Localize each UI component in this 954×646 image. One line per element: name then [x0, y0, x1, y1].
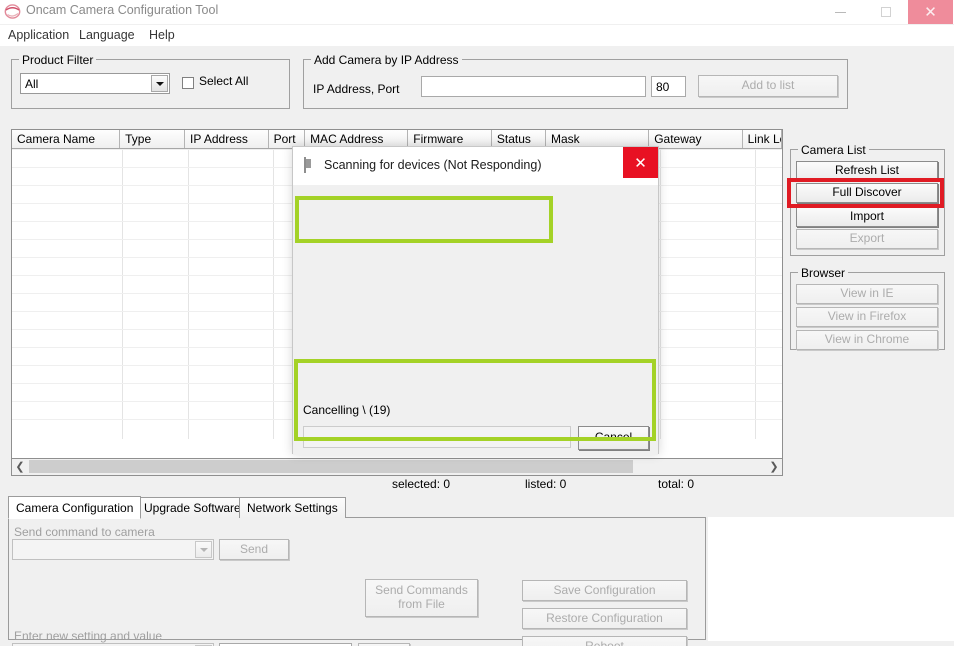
camera-table-hscrollbar[interactable]: ❮ ❯ — [11, 459, 783, 476]
tab-upgrade-software[interactable]: Upgrade Software — [136, 497, 249, 518]
port-input[interactable]: 80 — [651, 76, 686, 97]
restore-configuration-button[interactable]: Restore Configuration — [522, 608, 687, 629]
product-filter-dropdown[interactable]: All — [20, 73, 170, 94]
tab-strip: Camera Configuration Upgrade Software Ne… — [8, 496, 708, 519]
maximize-icon — [880, 7, 891, 17]
chevron-right-icon[interactable]: ❯ — [766, 459, 782, 474]
ip-address-input[interactable] — [421, 76, 646, 97]
selected-count: selected: 0 — [392, 477, 451, 491]
camera-list-legend: Camera List — [798, 143, 869, 157]
send-button[interactable]: Send — [219, 539, 289, 560]
scanning-dialog: Scanning for devices (Not Responding) ✕ … — [292, 146, 659, 455]
minimize-button[interactable] — [818, 0, 863, 24]
grid-column-line — [273, 149, 274, 439]
send-command-dropdown[interactable] — [12, 539, 214, 560]
save-configuration-button[interactable]: Save Configuration — [522, 580, 687, 601]
browser-legend: Browser — [798, 266, 849, 280]
listed-count: listed: 0 — [525, 477, 567, 491]
add-camera-legend: Add Camera by IP Address — [311, 53, 462, 67]
view-in-firefox-button[interactable]: View in Firefox — [796, 307, 938, 327]
refresh-list-button[interactable]: Refresh List — [796, 161, 938, 181]
close-button[interactable]: ✕ — [908, 0, 953, 24]
view-in-ie-button[interactable]: View in IE — [796, 284, 938, 304]
send-commands-from-file-button[interactable]: Send Commands from File — [365, 579, 478, 617]
tab-network-settings[interactable]: Network Settings — [239, 497, 346, 518]
new-setting-label: Enter new setting and value — [14, 629, 163, 643]
column-header[interactable]: Camera Name — [12, 130, 121, 148]
menu-item-language[interactable]: Language — [76, 27, 138, 43]
tab-camera-configuration[interactable]: Camera Configuration — [8, 496, 142, 519]
export-button[interactable]: Export — [796, 229, 938, 249]
column-header[interactable]: Link Lo — [742, 130, 782, 148]
scanning-dialog-titlebar: Scanning for devices (Not Responding) ✕ — [293, 147, 658, 185]
product-filter-value: All — [25, 77, 39, 91]
chevron-down-icon[interactable] — [195, 541, 212, 558]
chevron-down-icon[interactable] — [151, 75, 168, 92]
close-icon: ✕ — [924, 3, 937, 21]
window-icon — [304, 157, 318, 173]
view-in-chrome-button[interactable]: View in Chrome — [796, 330, 938, 350]
grid-column-line — [660, 149, 661, 439]
chevron-left-icon[interactable]: ❮ — [12, 459, 28, 474]
scanning-dialog-body: Cancelling \ (19) Cancel — [293, 185, 658, 455]
select-all-label: Select All — [199, 74, 249, 88]
column-header[interactable]: IP Address — [185, 130, 269, 148]
product-filter-legend: Product Filter — [19, 53, 97, 67]
right-filler — [708, 517, 954, 646]
menu-item-application[interactable]: Application — [5, 27, 72, 43]
full-discover-button[interactable]: Full Discover — [796, 183, 938, 203]
import-button[interactable]: Import — [796, 207, 938, 227]
scanning-dialog-close-button[interactable]: ✕ — [623, 147, 658, 178]
reboot-button[interactable]: Reboot — [522, 636, 687, 646]
select-all-checkbox[interactable] — [182, 77, 194, 89]
maximize-button[interactable] — [863, 0, 908, 24]
oncam-logo-icon — [4, 3, 21, 20]
ip-port-label: IP Address, Port — [313, 82, 400, 96]
scanning-cancel-button[interactable]: Cancel — [578, 426, 649, 450]
scanning-dialog-title: Scanning for devices (Not Responding) — [324, 158, 542, 172]
title-bar: Oncam Camera Configuration Tool ✕ — [0, 0, 954, 24]
scanning-progress-bar — [303, 426, 571, 448]
grid-column-line — [188, 149, 189, 439]
hscrollbar-thumb[interactable] — [29, 460, 633, 473]
port-value: 80 — [656, 80, 670, 94]
grid-column-line — [755, 149, 756, 439]
application-window: Oncam Camera Configuration Tool ✕ Applic… — [0, 0, 954, 646]
window-title: Oncam Camera Configuration Tool — [26, 3, 219, 17]
grid-column-line — [122, 149, 123, 439]
column-header[interactable]: Gateway — [649, 130, 743, 148]
menu-bar: Application Language Help — [0, 25, 954, 46]
send-command-label: Send command to camera — [14, 525, 155, 539]
column-header[interactable]: Type — [120, 130, 186, 148]
scanning-status-text: Cancelling \ (19) — [303, 403, 391, 417]
menu-item-help[interactable]: Help — [146, 27, 178, 43]
minimize-icon — [835, 11, 846, 13]
add-to-list-button[interactable]: Add to list — [698, 75, 838, 97]
total-count: total: 0 — [658, 477, 695, 491]
close-icon: ✕ — [634, 154, 647, 172]
